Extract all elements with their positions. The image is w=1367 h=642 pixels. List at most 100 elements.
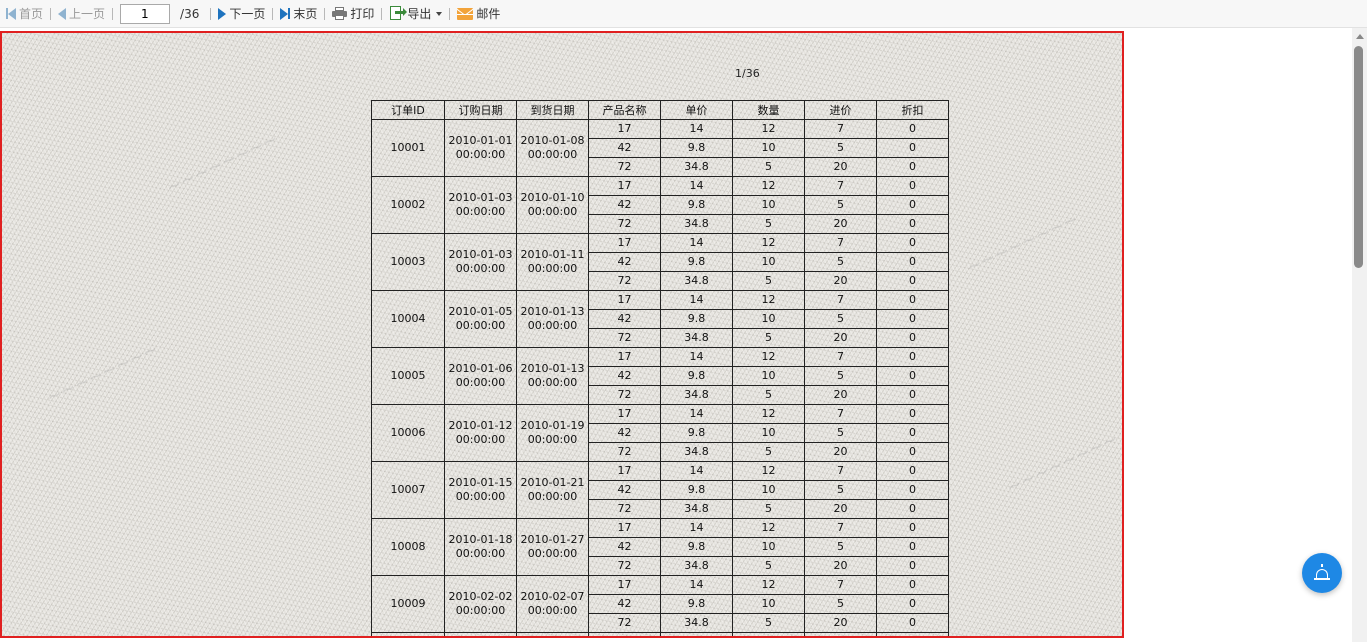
quantity-cell: 5 (732, 499, 805, 519)
discount-cell: 0 (876, 366, 949, 386)
product-cell: 42 (588, 309, 661, 329)
discount-cell: 0 (876, 233, 949, 253)
price-cell: 34.8 (660, 214, 733, 234)
price-cell: 34.8 (660, 271, 733, 291)
order-id-cell: 10006 (371, 404, 445, 462)
toolbar-separator (50, 7, 52, 20)
discount-cell: 0 (876, 556, 949, 576)
product-cell: 72 (588, 271, 661, 291)
order-date-text: 2010-01-03 (448, 248, 513, 261)
product-cell: 17 (588, 176, 661, 196)
order-date-text: 2010-01-06 (448, 362, 513, 375)
cost-cell: 7 (804, 575, 877, 595)
arrive-date-text: 2010-01-13 (520, 362, 585, 375)
product-cell: 42 (588, 195, 661, 215)
cost-cell: 20 (804, 271, 877, 291)
mail-button[interactable]: 邮件 (453, 3, 504, 25)
product-cell: 17 (588, 119, 661, 139)
export-button[interactable]: 导出 (385, 3, 446, 25)
product-cell: 42 (588, 252, 661, 272)
watermark-text: ~~~~~~~~ (1003, 428, 1122, 499)
product-cell: 42 (588, 594, 661, 614)
discount-cell: 0 (876, 347, 949, 367)
discount-cell: 0 (876, 214, 949, 234)
arrive-date-text: 2010-01-21 (520, 476, 585, 489)
next-page-button[interactable]: 下一页 (214, 3, 269, 25)
price-cell: 34.8 (660, 157, 733, 177)
column-header-arrive-date: 到货日期 (516, 100, 589, 120)
arrive-date-text: 2010-01-11 (520, 248, 585, 261)
order-date-text: 2010-01-05 (448, 305, 513, 318)
order-id-cell: 10003 (371, 233, 445, 291)
product-cell: 42 (588, 480, 661, 500)
discount-cell: 0 (876, 176, 949, 196)
last-page-label: 末页 (293, 7, 318, 21)
order-time-text: 00:00:00 (455, 262, 506, 275)
cost-cell: 7 (804, 347, 877, 367)
order-time-text: 00:00:00 (455, 604, 506, 617)
discount-cell: 0 (876, 195, 949, 215)
quantity-cell: 12 (732, 575, 805, 595)
table-row: 10003 2010-01-03 00:00:00 2010-01-11 00:00:0… (371, 233, 949, 291)
scroll-up-arrow-icon[interactable] (1356, 34, 1364, 39)
report-page: ~~~~~~~~ ~~~~~~~~ ~~~~~~~~ ~~~~~~~~ 1/36… (0, 31, 1124, 638)
watermark-text: ~~~~~~~~ (163, 128, 282, 199)
product-cell: 42 (588, 366, 661, 386)
discount-cell: 0 (876, 271, 949, 291)
price-cell: 34.8 (660, 613, 733, 633)
last-page-button[interactable]: 末页 (276, 3, 321, 25)
order-time-text: 00:00:00 (455, 319, 506, 332)
order-time-text: 00:00:00 (455, 205, 506, 218)
arrive-date-cell: 2010-01-13 00:00:00 (516, 290, 589, 348)
orders-table-body: 10001 2010-01-01 00:00:00 2010-01-08 00:00:0… (371, 119, 949, 636)
floating-alert-button[interactable] (1302, 553, 1342, 593)
next-page-label: 下一页 (229, 7, 266, 21)
scrollbar-thumb[interactable] (1354, 46, 1363, 268)
prev-page-label: 上一页 (69, 7, 106, 21)
cost-cell: 7 (804, 119, 877, 139)
quantity-cell: 12 (732, 290, 805, 310)
price-cell: 14 (660, 518, 733, 538)
quantity-cell: 10 (732, 309, 805, 329)
product-cell: 72 (588, 556, 661, 576)
page-number-input[interactable] (120, 3, 171, 24)
toolbar-separator (272, 7, 274, 20)
arrive-time-text: 00:00:00 (527, 604, 578, 617)
discount-cell: 0 (876, 157, 949, 177)
discount-cell: 0 (876, 461, 949, 481)
price-cell: 9.8 (660, 594, 733, 614)
last-page-icon (280, 7, 291, 20)
table-row: 10008 2010-01-18 00:00:00 2010-01-27 00:00:0… (371, 518, 949, 576)
alarm-light-icon (1314, 564, 1330, 580)
quantity-cell: 12 (732, 119, 805, 139)
first-page-button[interactable]: 首页 (2, 3, 47, 25)
product-cell: 17 (588, 518, 661, 538)
price-cell: 9.8 (660, 480, 733, 500)
arrive-time-text: 00:00:00 (527, 148, 578, 161)
quantity-cell: 10 (732, 252, 805, 272)
print-button[interactable]: 打印 (328, 3, 378, 25)
column-header-cost: 进价 (804, 100, 877, 120)
quantity-cell: 5 (732, 328, 805, 348)
table-header-row: 订单ID 订购日期 到货日期 产品名称 单价 数量 进价 折扣 (371, 100, 949, 120)
order-id-cell: 10002 (371, 176, 445, 234)
prev-page-button[interactable]: 上一页 (54, 3, 109, 25)
table-row: 10006 2010-01-12 00:00:00 2010-01-19 00:00:0… (371, 404, 949, 462)
product-cell: 72 (588, 328, 661, 348)
table-row: 10009 2010-02-02 00:00:00 2010-02-07 00:00:0… (371, 575, 949, 633)
cost-cell: 5 (804, 537, 877, 557)
quantity-cell: 12 (732, 347, 805, 367)
discount-cell: 0 (876, 290, 949, 310)
first-page-icon (6, 7, 16, 20)
order-id-cell: 10004 (371, 290, 445, 348)
order-id-cell: 10009 (371, 575, 445, 633)
price-cell: 14 (660, 575, 733, 595)
column-header-quantity: 数量 (732, 100, 805, 120)
product-cell: 72 (588, 157, 661, 177)
discount-cell: 0 (876, 404, 949, 424)
discount-cell: 0 (876, 575, 949, 595)
cost-cell: 7 (804, 176, 877, 196)
arrive-time-text: 00:00:00 (527, 319, 578, 332)
cost-cell: 5 (804, 138, 877, 158)
price-cell: 14 (660, 119, 733, 139)
